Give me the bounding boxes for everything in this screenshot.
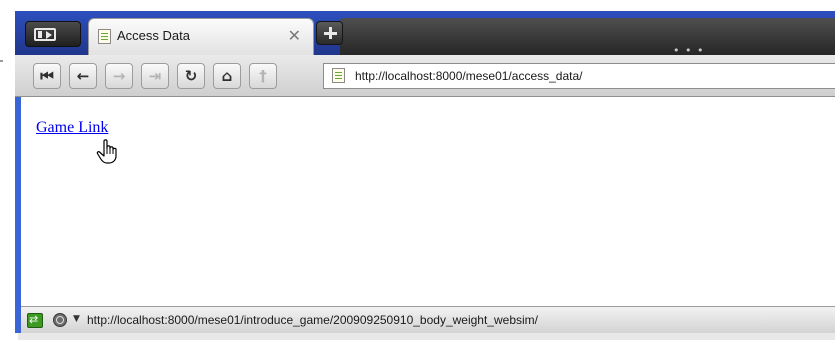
globe-icon[interactable] xyxy=(53,313,67,327)
tab-access-data[interactable]: Access Data ✕ xyxy=(88,18,314,55)
back-button[interactable]: ← xyxy=(69,63,97,89)
browser-window: Access Data ✕ • • • ⏮ ← → ⇥ ↻ ⌂ † http:/… xyxy=(15,11,835,333)
tab-title: Access Data xyxy=(117,28,190,43)
status-bar: ▼ http://localhost:8000/mese01/introduce… xyxy=(21,306,835,333)
bookmark-button[interactable]: † xyxy=(249,63,277,89)
chevron-down-icon[interactable]: ▼ xyxy=(73,314,80,324)
sidebar-toggle-button[interactable] xyxy=(25,21,81,47)
tab-strip-background xyxy=(340,18,835,55)
bookmark-icon: † xyxy=(259,67,267,85)
home-icon: ⌂ xyxy=(221,67,233,85)
address-bar[interactable]: http://localhost:8000/mese01/access_data… xyxy=(323,63,835,89)
page-icon xyxy=(332,68,345,83)
close-icon[interactable]: ✕ xyxy=(288,26,301,45)
back-icon: ← xyxy=(76,67,90,85)
sync-icon[interactable] xyxy=(27,313,43,328)
underlying-page-strip xyxy=(18,333,835,340)
window-edge-mark xyxy=(0,60,3,62)
last-page-icon: ⇥ xyxy=(148,67,162,85)
home-button[interactable]: ⌂ xyxy=(213,63,241,89)
forward-icon: → xyxy=(112,67,126,85)
game-link[interactable]: Game Link xyxy=(36,119,108,137)
tab-bar: Access Data ✕ • • • xyxy=(15,11,835,57)
status-text: http://localhost:8000/mese01/introduce_g… xyxy=(87,313,538,327)
page-icon xyxy=(98,29,111,44)
sidebar-toggle-icon xyxy=(34,28,56,41)
reload-button[interactable]: ↻ xyxy=(177,63,205,89)
last-page-button[interactable]: ⇥ xyxy=(141,63,169,89)
forward-button[interactable]: → xyxy=(105,63,133,89)
url-input[interactable]: http://localhost:8000/mese01/access_data… xyxy=(355,69,582,83)
reload-icon: ↻ xyxy=(184,67,198,85)
new-tab-button[interactable] xyxy=(316,21,343,45)
navigation-toolbar: ⏮ ← → ⇥ ↻ ⌂ † http://localhost:8000/mese… xyxy=(15,55,835,97)
first-page-icon: ⏮ xyxy=(40,67,54,85)
hand-cursor-icon xyxy=(96,139,117,164)
page-content: Game Link xyxy=(21,97,835,306)
first-page-button[interactable]: ⏮ xyxy=(33,63,61,89)
